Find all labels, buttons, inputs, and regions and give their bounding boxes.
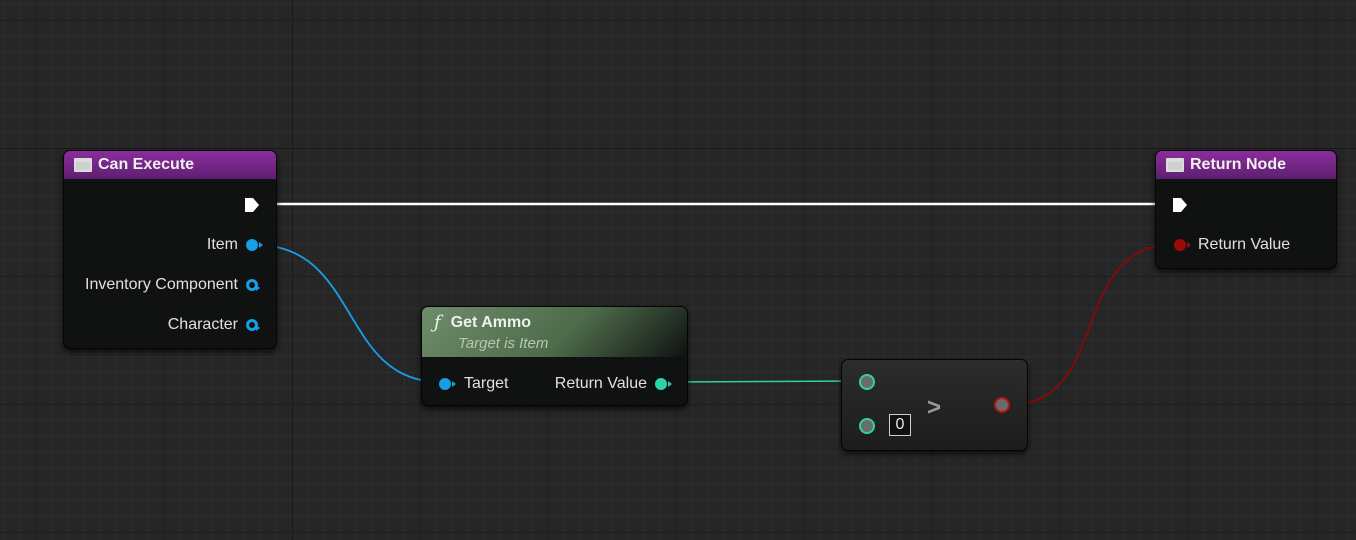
ammo-return-value-pin[interactable] [655,378,672,390]
return-value-label: Return Value [1198,236,1291,253]
get-ammo-subtitle: Target is Item [458,335,549,352]
target-input-pin[interactable] [439,378,456,390]
return-node-header[interactable]: Return Node [1156,151,1336,179]
item-label: Item [206,236,238,253]
compare-output-pin[interactable] [994,397,1010,413]
item-to-target-wire[interactable] [255,244,441,383]
return-node-title: Return Node [1190,156,1286,173]
greater-than-node[interactable]: 0 > [841,359,1028,451]
get-ammo-header[interactable]: ƒ Get Ammo Target is Item [422,307,687,357]
inventory-component-output-row: Inventory Component [85,276,260,294]
greater-than-operator: > [927,394,942,421]
compare-literal-input[interactable]: 0 [889,414,911,436]
function-icon: ƒ [434,312,441,333]
ammo-return-value-row: Return Value [554,375,672,393]
event-icon [74,158,92,172]
item-output-pin[interactable] [246,239,263,251]
inventory-component-output-pin[interactable] [246,279,260,291]
function-entry-icon [1166,158,1184,172]
can-execute-title: Can Execute [98,156,195,173]
character-label: Character [167,316,238,333]
exec-output-pin[interactable] [244,197,260,213]
target-label: Target [464,375,509,392]
can-execute-header[interactable]: Can Execute [64,151,276,179]
can-execute-node[interactable]: Can Execute Item Inventory Component Cha… [63,150,277,349]
character-output-row: Character [167,316,260,334]
ammo-to-compare-wire[interactable] [665,380,861,383]
compare-input-b-pin[interactable] [859,418,875,434]
return-node[interactable]: Return Node Return Value [1155,150,1337,269]
character-output-pin[interactable] [246,319,260,331]
inventory-component-label: Inventory Component [85,276,238,293]
exec-input-pin[interactable] [1172,197,1188,213]
get-ammo-title: Get Ammo [450,313,531,331]
return-value-input-row: Return Value [1174,236,1290,254]
item-output-row: Item [206,236,263,254]
get-ammo-node[interactable]: ƒ Get Ammo Target is Item Target Return … [421,306,688,406]
return-value-input-pin[interactable] [1174,239,1191,251]
target-input-row: Target [439,375,508,393]
compare-input-a-pin[interactable] [859,374,875,390]
get-ammo-title-row: ƒ Get Ammo [432,312,531,333]
ammo-return-value-label: Return Value [554,375,647,392]
compare-to-return-wire[interactable] [1009,244,1173,406]
